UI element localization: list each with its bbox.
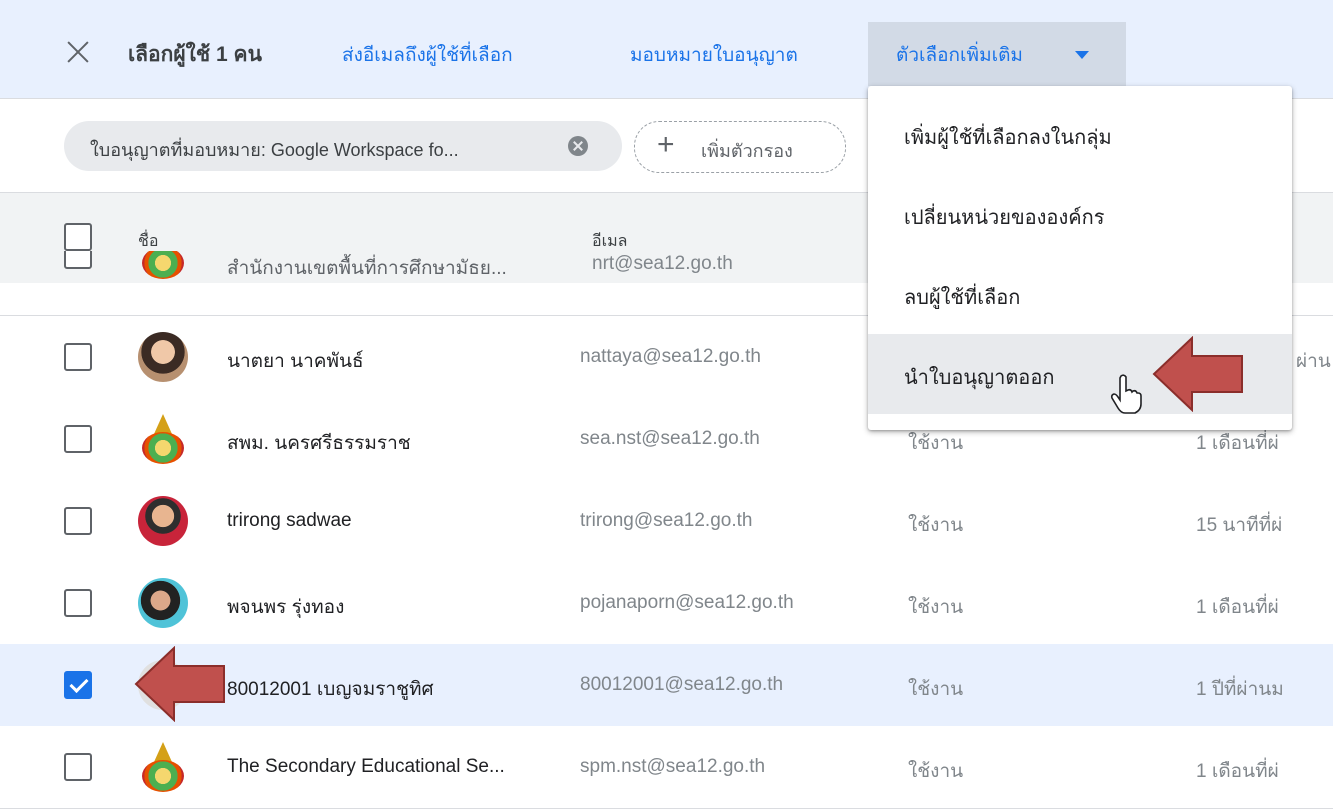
email-selected-users-button[interactable]: ส่งอีเมลถึงผู้ใช้ที่เลือก <box>342 40 513 70</box>
more-options-button[interactable]: ตัวเลือกเพิ่มเติม <box>868 22 1126 86</box>
row-last-signin: 1 เดือนที่ผ่ <box>1196 597 1279 618</box>
caret-down-icon <box>1075 51 1089 59</box>
row-name: trirong sadwae <box>227 510 352 531</box>
row-checkbox[interactable] <box>64 425 92 453</box>
menu-item-change-org-unit[interactable]: เปลี่ยนหน่วยขององค์กร <box>868 174 1292 254</box>
menu-item-label: เพิ่มผู้ใช้ที่เลือกลงในกลุ่ม <box>904 127 1112 149</box>
photo-avatar <box>138 332 188 382</box>
row-email: nattaya@sea12.go.th <box>580 346 761 367</box>
row-last-signin: 1 เดือนที่ผ่ <box>1196 433 1279 454</box>
close-icon[interactable] <box>58 32 98 72</box>
menu-item-label: เปลี่ยนหน่วยขององค์กร <box>904 207 1105 229</box>
row-last-signin: 15 นาทีที่ผ่ <box>1196 515 1283 536</box>
row-checkbox[interactable] <box>64 343 92 371</box>
row-status: ใช้งาน <box>908 515 964 536</box>
table-row[interactable]: พจนพร รุ่งทอง pojanaporn@sea12.go.th ใช้… <box>0 562 1333 645</box>
add-filter-button[interactable]: + เพิ่มตัวกรอง <box>634 121 846 173</box>
selection-toolbar: เลือกผู้ใช้ 1 คน ส่งอีเมลถึงผู้ใช้ที่เลื… <box>0 0 1333 99</box>
table-row[interactable]: The Secondary Educational Se... spm.nst@… <box>0 726 1333 809</box>
row-checkbox[interactable] <box>64 507 92 535</box>
row-email: nrt@sea12.go.th <box>592 253 733 274</box>
row-name: สำนักงานเขตพื้นที่การศึกษามัธย... <box>227 258 507 279</box>
plus-icon: + <box>657 128 675 161</box>
annotation-arrow-icon <box>134 646 225 722</box>
row-last-signin: 1 เดือนที่ผ่ <box>1196 761 1279 782</box>
row-name: นาตยา นาคพันธ์ <box>227 351 364 372</box>
row-status: ใช้งาน <box>908 761 964 782</box>
menu-item-add-to-group[interactable]: เพิ่มผู้ใช้ที่เลือกลงในกลุ่ม <box>868 94 1292 174</box>
table-row[interactable]: trirong sadwae trirong@sea12.go.th ใช้งา… <box>0 480 1333 563</box>
row-last-signin: 1 ปีที่ผ่านม <box>1196 679 1284 700</box>
menu-item-label: ลบผู้ใช้ที่เลือก <box>904 287 1021 309</box>
row-email: pojanaporn@sea12.go.th <box>580 592 794 613</box>
row-status: ใช้งาน <box>908 433 964 454</box>
add-filter-label: เพิ่มตัวกรอง <box>701 141 793 161</box>
row-last-signin: ผ่าน <box>1296 351 1331 372</box>
select-all-checkbox[interactable] <box>64 223 92 251</box>
row-email: 80012001@sea12.go.th <box>580 674 784 695</box>
assign-license-button[interactable]: มอบหมายใบอนุญาต <box>630 40 798 70</box>
row-checkbox[interactable] <box>64 251 92 269</box>
selected-count-label: เลือกผู้ใช้ 1 คน <box>128 43 262 66</box>
photo-avatar <box>138 496 188 546</box>
license-filter-chip[interactable]: ใบอนุญาตที่มอบหมาย: Google Workspace fo.… <box>64 121 622 171</box>
menu-item-delete-users[interactable]: ลบผู้ใช้ที่เลือก <box>868 254 1292 334</box>
filter-chip-label: ใบอนุญาตที่มอบหมาย: Google Workspace fo.… <box>90 140 459 160</box>
more-options-label: ตัวเลือกเพิ่มเติม <box>896 45 1023 66</box>
row-name: 80012001 เบญจมราชูทิศ <box>227 679 434 700</box>
hand-pointer-icon <box>1110 374 1142 414</box>
row-email: sea.nst@sea12.go.th <box>580 428 760 449</box>
row-checkbox-checked[interactable] <box>64 671 92 699</box>
menu-item-label: นำใบอนุญาตออก <box>904 367 1055 389</box>
emblem-avatar <box>138 414 188 464</box>
row-status: ใช้งาน <box>908 597 964 618</box>
chip-remove-icon[interactable] <box>568 136 588 156</box>
photo-avatar <box>138 578 188 628</box>
row-checkbox[interactable] <box>64 753 92 781</box>
row-name: สพม. นครศรีธรรมราช <box>227 433 411 454</box>
row-checkbox[interactable] <box>64 589 92 617</box>
annotation-arrow-icon <box>1152 336 1243 412</box>
emblem-avatar <box>138 251 188 279</box>
row-name: The Secondary Educational Se... <box>227 756 505 777</box>
row-email: spm.nst@sea12.go.th <box>580 756 766 777</box>
row-name: พจนพร รุ่งทอง <box>227 597 345 618</box>
emblem-avatar <box>138 742 188 792</box>
row-status: ใช้งาน <box>908 679 964 700</box>
row-email: trirong@sea12.go.th <box>580 510 753 531</box>
